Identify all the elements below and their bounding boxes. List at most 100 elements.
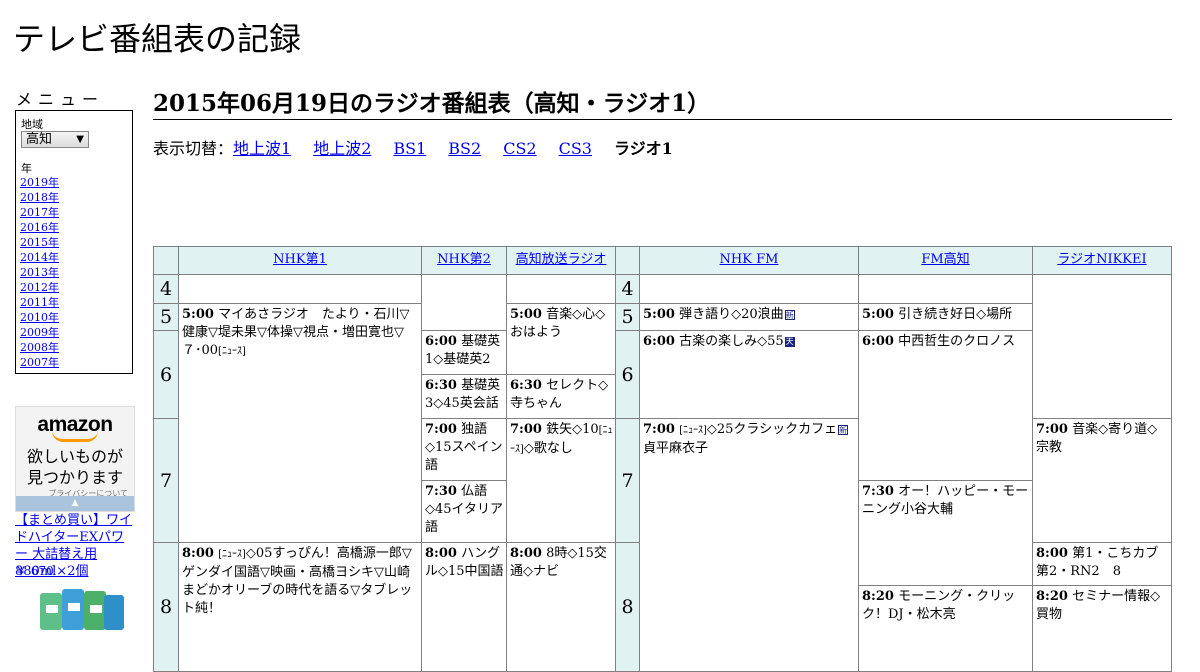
ad-collapse-bar[interactable]: ▲ [16, 496, 134, 511]
hour-label: 8 [153, 542, 179, 672]
program-title: 古楽の楽しみ◇55 [679, 334, 784, 349]
program-title: 弾き語り◇20浪曲 [679, 307, 784, 322]
tab-cs3[interactable]: CS3 [559, 139, 592, 158]
year-link[interactable]: 2018年 [20, 191, 59, 204]
empty-slot [421, 274, 507, 331]
program-cell[interactable]: 8:00 8時◇15交通◇ナビ [506, 542, 616, 672]
region-label: 地域 [21, 118, 43, 131]
weather-badge-icon: 天 [784, 336, 795, 347]
program-cell[interactable]: 8:20 モーニング・クリック！DJ・松木亮 [858, 585, 1033, 672]
site-title: テレビ番組表の記録 [13, 20, 302, 58]
year-link[interactable]: 2015年 [20, 236, 59, 249]
new-badge-icon: 新 [838, 424, 849, 435]
tab-cs2[interactable]: CS2 [503, 139, 536, 158]
program-title: マイあさラジオ たより・石川▽健康▽堤未果▽体操▽視点・増田寛也▽７･00 [182, 307, 410, 358]
hour-label: 8 [615, 542, 640, 672]
year-list: 2019年 2018年 2017年 2016年 2015年 2014年 2013… [20, 175, 59, 370]
program-time: 6:00 [862, 334, 894, 349]
program-cell[interactable]: 8:00 ハングル◇15中国語 [421, 542, 507, 672]
tab-radio-1-current: ラジオ1 [613, 139, 673, 158]
ad-copy-line: 見つかります [26, 468, 123, 487]
channel-link-radionikkei[interactable]: ラジオNIKKEI [1057, 252, 1146, 267]
program-cell[interactable]: 7:30 オー！ハッピー・モーニング小谷大輔 [858, 480, 1033, 586]
program-time: 8:20 [862, 589, 894, 604]
program-title: 鉄矢◇10 [546, 422, 599, 437]
program-time: 5:00 [182, 307, 214, 322]
header-corner [615, 246, 640, 275]
channel-link-rkc[interactable]: 高知放送ラジオ [516, 252, 607, 267]
page-title: 2015年06月19日のラジオ番組表（高知・ラジオ1） [153, 84, 1172, 120]
program-cell[interactable]: 5:00 音楽◇心◇おはよう [506, 303, 616, 375]
program-cell[interactable]: 7:00 [ﾆｭｰｽ]◇25クラシックカフェ新 貞平麻衣子 [639, 418, 859, 672]
channel-link-nhkfm[interactable]: NHK FM [720, 252, 779, 267]
program-time: 5:00 [862, 307, 894, 322]
tab-bs1[interactable]: BS1 [393, 139, 426, 158]
hour-label: 4 [615, 274, 640, 304]
program-cell[interactable]: 8:00 第1・こちカブ第2・RN2 8 [1032, 542, 1172, 586]
tab-terrestrial-2[interactable]: 地上波2 [313, 139, 371, 158]
amazon-ad-banner[interactable]: amazon 欲しいものが 見つかります プライバシーについて ▲ [15, 406, 135, 512]
ad-product-image[interactable] [38, 585, 126, 630]
amazon-logo: amazon [37, 413, 113, 436]
channel-header: 高知放送ラジオ [506, 246, 616, 275]
year-link[interactable]: 2011年 [20, 296, 59, 309]
channel-link-nhk2[interactable]: NHK第2 [437, 252, 491, 267]
program-cell[interactable]: 8:00 [ﾆｭｰｽ]◇05すっぴん！高橋源一郎▽ゲンダイ国語▽映画・高橋ヨシキ… [178, 542, 422, 672]
hour-label: 6 [615, 330, 640, 419]
tab-bs2[interactable]: BS2 [448, 139, 481, 158]
program-cell[interactable]: 7:00 音楽◇寄り道◇宗教 [1032, 418, 1172, 543]
program-cell[interactable]: 6:00 中西哲生のクロノス [858, 330, 1033, 481]
year-link[interactable]: 2012年 [20, 281, 59, 294]
hour-label: 7 [153, 418, 179, 543]
program-cell[interactable]: 7:00 鉄矢◇10[ﾆｭｰｽ]◇歌なし [506, 418, 616, 543]
chevron-down-icon: ▼ [76, 134, 84, 145]
program-cell[interactable]: 6:30 セレクト◇寺ちゃん [506, 374, 616, 419]
year-link[interactable]: 2014年 [20, 251, 59, 264]
channel-header: ラジオNIKKEI [1032, 246, 1172, 275]
program-time: 7:00 [425, 422, 457, 437]
year-link[interactable]: 2019年 [20, 176, 59, 189]
program-cell[interactable]: 5:00 マイあさラジオ たより・石川▽健康▽堤未果▽体操▽視点・増田寛也▽７･… [178, 303, 422, 543]
hour-label: 5 [153, 303, 179, 331]
empty-slot [178, 274, 422, 304]
year-link[interactable]: 2013年 [20, 266, 59, 279]
program-time: 6:00 [425, 334, 457, 349]
program-cell[interactable]: 8:20 セミナー情報◇買物 [1032, 585, 1172, 672]
program-cell[interactable]: 5:00 弾き語り◇20浪曲新 [639, 303, 859, 331]
year-link[interactable]: 2016年 [20, 221, 59, 234]
year-link[interactable]: 2008年 [20, 341, 59, 354]
tab-terrestrial-1[interactable]: 地上波1 [233, 139, 291, 158]
region-select[interactable]: 高知 ▼ [21, 131, 89, 148]
year-link[interactable]: 2010年 [20, 311, 59, 324]
program-cell[interactable]: 6:30 基礎英3◇45英会話 [421, 374, 507, 419]
year-link[interactable]: 2017年 [20, 206, 59, 219]
channel-link-fmkochi[interactable]: FM高知 [921, 252, 969, 267]
hour-label: 4 [153, 274, 179, 304]
program-cell[interactable]: 6:00 基礎英1◇基礎英2 [421, 330, 507, 375]
view-switcher: 表示切替：地上波1 地上波2 BS1 BS2 CS2 CS3 ラジオ1 [153, 135, 673, 159]
schedule-table: NHK第1 NHK第2 高知放送ラジオ NHK FM FM高知 ラジオNIKKE… [153, 246, 1172, 672]
program-time: 8:20 [1036, 589, 1068, 604]
program-time: 7:30 [425, 484, 457, 499]
program-time: 6:30 [425, 378, 457, 393]
year-link[interactable]: 2009年 [20, 326, 59, 339]
program-time: 8:00 [1036, 546, 1068, 561]
hour-label: 5 [615, 303, 640, 331]
new-badge-icon: 新 [784, 309, 795, 320]
channel-link-nhk1[interactable]: NHK第1 [273, 252, 327, 267]
ad-product-price: ￥ 670 [15, 564, 54, 578]
program-cell[interactable]: 5:00 引き続き好日◇場所 [858, 303, 1033, 331]
header-corner [153, 246, 179, 275]
menu-label: メニュー [16, 90, 105, 109]
program-cell[interactable]: 6:00 古楽の楽しみ◇55 天 [639, 330, 859, 419]
program-time: 6:00 [643, 334, 675, 349]
program-time: 8:00 [510, 546, 542, 561]
channel-header: NHK第2 [421, 246, 507, 275]
program-cell[interactable]: 7:00 独語◇15スペイン語 [421, 418, 507, 481]
program-title: 中西哲生のクロノス [898, 334, 1016, 349]
program-time: 6:30 [510, 378, 542, 393]
program-title-cont: 貞平麻衣子 [643, 441, 709, 456]
year-link[interactable]: 2007年 [20, 356, 59, 369]
program-cell[interactable]: 7:30 仏語◇45イタリア語 [421, 480, 507, 543]
program-time: 7:00 [510, 422, 542, 437]
